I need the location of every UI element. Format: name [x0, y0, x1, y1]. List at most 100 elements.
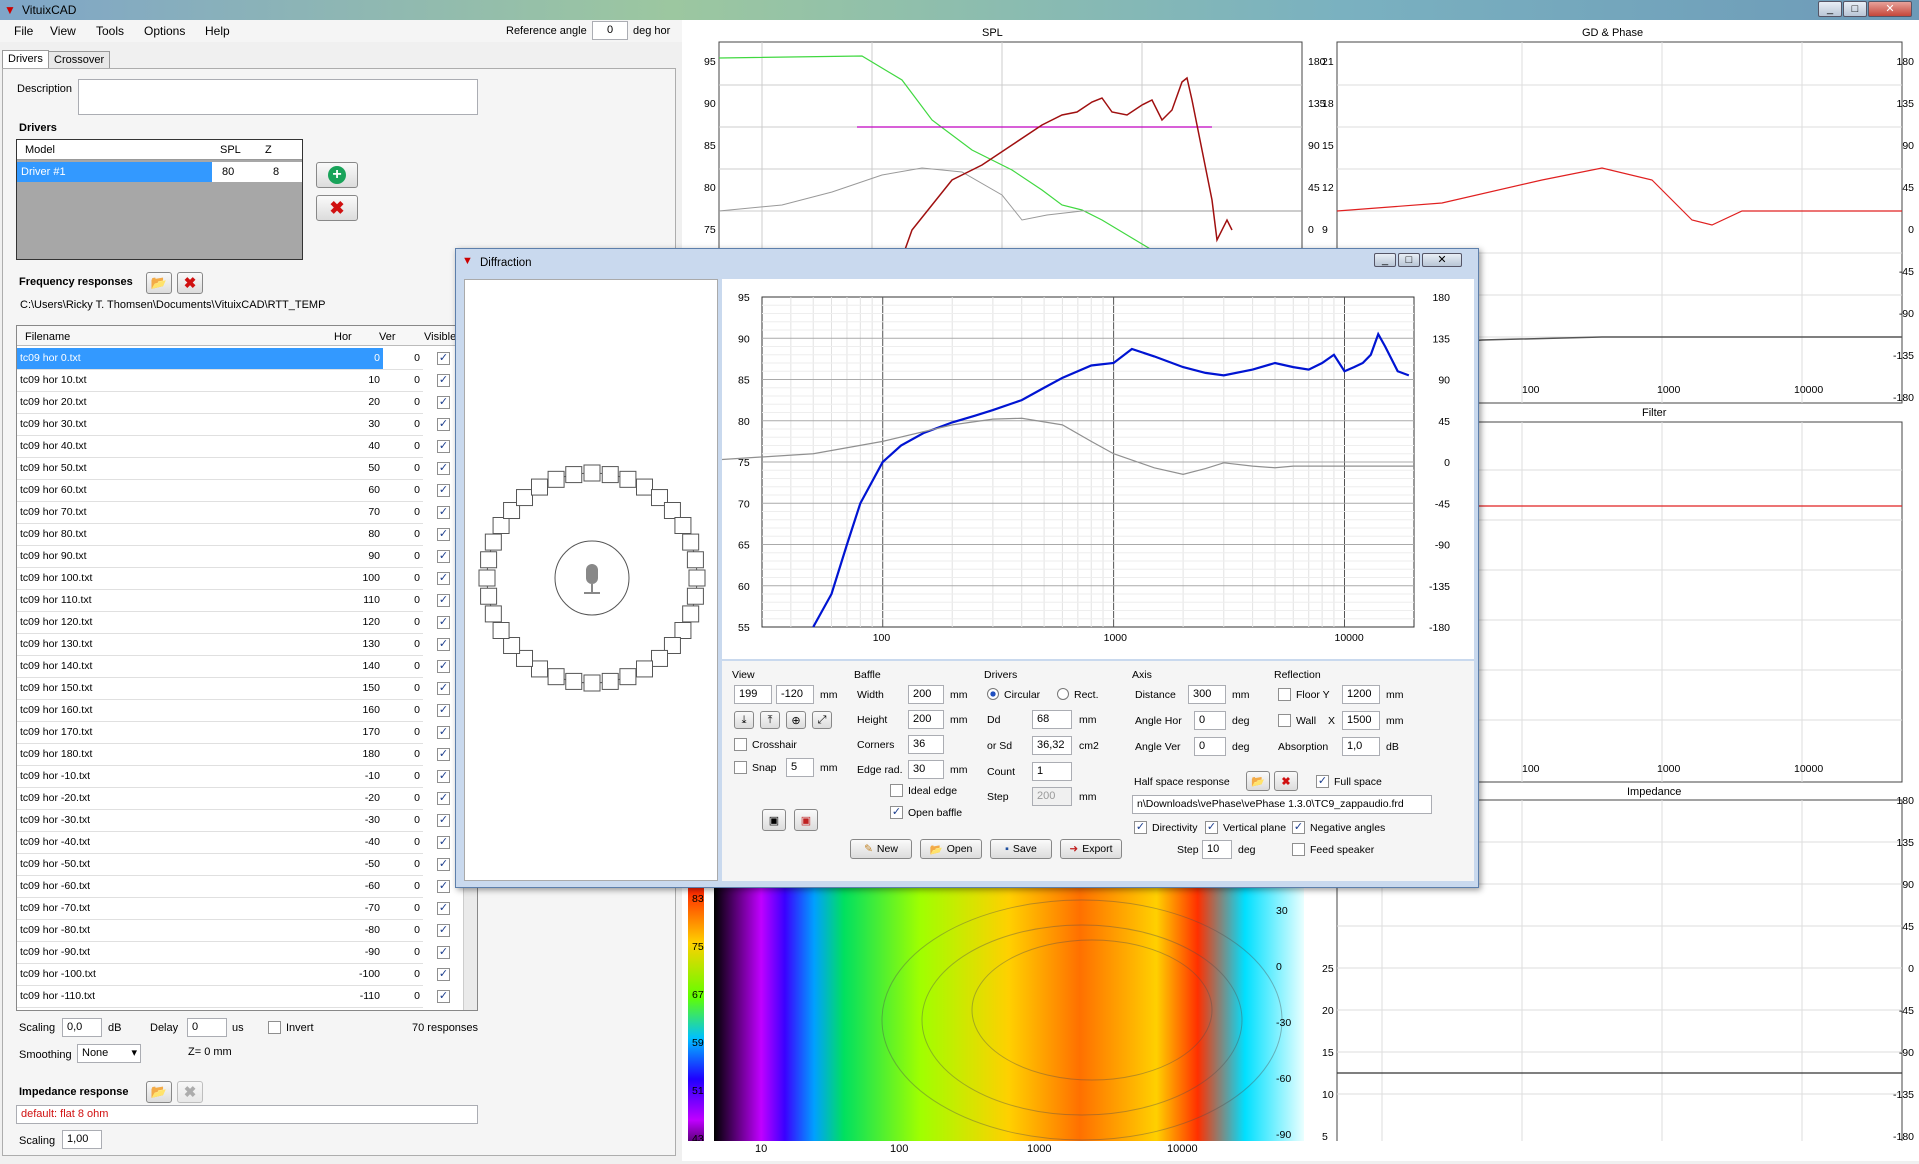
baffle-corner[interactable] — [492, 622, 510, 639]
filename-cell[interactable]: tc09 hor 20.txt — [17, 392, 333, 414]
clear-impedance-button[interactable]: ✖ — [177, 1081, 203, 1103]
dialog-maximize-button[interactable]: □ — [1398, 253, 1420, 267]
filename-cell[interactable]: tc09 hor 90.txt — [17, 546, 333, 568]
hor-cell[interactable]: -80 — [333, 920, 383, 942]
ver-cell[interactable]: 0 — [383, 392, 423, 414]
minimize-button[interactable]: _ — [1818, 1, 1842, 17]
new-button[interactable]: ✎ New — [850, 839, 912, 859]
ver-cell[interactable]: 0 — [383, 700, 423, 722]
visible-checkbox[interactable]: ✓ — [437, 858, 450, 871]
driver-z-cell[interactable]: 8 — [273, 166, 279, 178]
ver-cell[interactable]: 0 — [383, 942, 423, 964]
baffle-corner[interactable] — [565, 466, 583, 484]
freq-row[interactable]: tc09 hor 20.txt 20 0 ✓ — [17, 392, 463, 414]
hor-cell[interactable]: 70 — [333, 502, 383, 524]
visible-checkbox[interactable]: ✓ — [437, 770, 450, 783]
visible-checkbox[interactable]: ✓ — [437, 572, 450, 585]
full-space-checkbox[interactable]: ✓ — [1316, 775, 1329, 788]
baffle-corner[interactable] — [480, 551, 498, 569]
hor-cell[interactable]: 90 — [333, 546, 383, 568]
step-input[interactable]: 200 — [1032, 787, 1072, 806]
baffle-corner[interactable] — [682, 605, 700, 623]
filename-cell[interactable]: tc09 hor 110.txt — [17, 590, 333, 612]
feed-speaker-checkbox[interactable] — [1292, 843, 1305, 856]
corners-input[interactable]: 36 — [908, 735, 944, 754]
save-button[interactable]: ▪ Save — [990, 839, 1052, 859]
freq-row[interactable]: tc09 hor -90.txt -90 0 ✓ — [17, 942, 463, 964]
hor-cell[interactable]: 20 — [333, 392, 383, 414]
ver-cell[interactable]: 0 — [383, 590, 423, 612]
maximize-button[interactable]: □ — [1843, 1, 1867, 17]
wall-checkbox[interactable] — [1278, 714, 1291, 727]
ver-cell[interactable]: 0 — [383, 810, 423, 832]
filename-cell[interactable]: tc09 hor -40.txt — [17, 832, 333, 854]
visible-checkbox[interactable]: ✓ — [437, 814, 450, 827]
hor-cell[interactable]: -50 — [333, 854, 383, 876]
filename-cell[interactable]: tc09 hor 60.txt — [17, 480, 333, 502]
visible-checkbox[interactable]: ✓ — [437, 990, 450, 1003]
freq-row[interactable]: tc09 hor 100.txt 100 0 ✓ — [17, 568, 463, 590]
delay-input[interactable]: 0 — [187, 1018, 227, 1037]
ver-cell[interactable]: 0 — [383, 524, 423, 546]
hor-cell[interactable]: 180 — [333, 744, 383, 766]
width-input[interactable]: 200 — [908, 685, 944, 704]
rect-radio[interactable] — [1057, 688, 1069, 700]
baffle-corner[interactable] — [619, 470, 637, 488]
hs-step-input[interactable]: 10 — [1202, 840, 1232, 859]
ver-cell[interactable]: 0 — [383, 986, 423, 1008]
baffle-view[interactable] — [464, 279, 718, 881]
freq-row[interactable]: tc09 hor 50.txt 50 0 ✓ — [17, 458, 463, 480]
visible-checkbox[interactable]: ✓ — [437, 902, 450, 915]
freq-row[interactable]: tc09 hor 30.txt 30 0 ✓ — [17, 414, 463, 436]
ver-cell[interactable]: 0 — [383, 634, 423, 656]
edge-radius-input[interactable]: 30 — [908, 760, 944, 779]
visible-checkbox[interactable]: ✓ — [437, 968, 450, 981]
wall-input[interactable]: 1500 — [1342, 711, 1380, 730]
visible-checkbox[interactable]: ✓ — [437, 506, 450, 519]
filename-cell[interactable]: tc09 hor -10.txt — [17, 766, 333, 788]
baffle-corner[interactable] — [688, 569, 706, 587]
filename-cell[interactable]: tc09 hor -60.txt — [17, 876, 333, 898]
freq-row[interactable]: tc09 hor 150.txt 150 0 ✓ — [17, 678, 463, 700]
filename-cell[interactable]: tc09 hor -100.txt — [17, 964, 333, 986]
menu-tools[interactable]: Tools — [96, 24, 124, 38]
angle-hor-input[interactable]: 0 — [1194, 711, 1226, 730]
scaling-input[interactable]: 0,0 — [62, 1018, 102, 1037]
menu-options[interactable]: Options — [144, 24, 185, 38]
filename-cell[interactable]: tc09 hor 80.txt — [17, 524, 333, 546]
baffle-corner[interactable] — [650, 649, 668, 667]
hor-cell[interactable]: -100 — [333, 964, 383, 986]
ver-cell[interactable]: 0 — [383, 546, 423, 568]
freq-row[interactable]: tc09 hor 60.txt 60 0 ✓ — [17, 480, 463, 502]
hor-cell[interactable]: 140 — [333, 656, 383, 678]
hor-cell[interactable]: 100 — [333, 568, 383, 590]
reference-angle-input[interactable]: 0 — [592, 21, 628, 40]
hor-cell[interactable]: -90 — [333, 942, 383, 964]
visible-checkbox[interactable]: ✓ — [437, 550, 450, 563]
freq-row[interactable]: tc09 hor 80.txt 80 0 ✓ — [17, 524, 463, 546]
visible-checkbox[interactable]: ✓ — [437, 682, 450, 695]
visible-checkbox[interactable]: ✓ — [437, 704, 450, 717]
hor-cell[interactable]: 130 — [333, 634, 383, 656]
baffle-corner[interactable] — [484, 533, 502, 551]
driver-model-cell[interactable]: Driver #1 — [17, 162, 212, 182]
filename-cell[interactable]: tc09 hor -20.txt — [17, 788, 333, 810]
vertical-plane-checkbox[interactable]: ✓ — [1205, 821, 1218, 834]
visible-checkbox[interactable]: ✓ — [437, 484, 450, 497]
open-impedance-button[interactable]: 📂 — [146, 1081, 172, 1103]
hor-cell[interactable]: 120 — [333, 612, 383, 634]
baffle-corner[interactable] — [682, 533, 700, 551]
ver-cell[interactable]: 0 — [383, 876, 423, 898]
freq-row[interactable]: tc09 hor -40.txt -40 0 ✓ — [17, 832, 463, 854]
baffle-corner[interactable] — [674, 517, 692, 534]
filename-cell[interactable]: tc09 hor 100.txt — [17, 568, 333, 590]
ver-cell[interactable]: 0 — [383, 920, 423, 942]
baffle-corner[interactable] — [492, 517, 510, 534]
distance-input[interactable]: 300 — [1188, 685, 1226, 704]
baffle-corner[interactable] — [547, 470, 565, 488]
impedance-scaling-input[interactable]: 1,00 — [62, 1130, 102, 1149]
close-button[interactable]: ✕ — [1868, 1, 1912, 17]
baffle-corner[interactable] — [547, 668, 565, 686]
ver-cell[interactable]: 0 — [383, 854, 423, 876]
open-baffle-checkbox[interactable]: ✓ — [890, 806, 903, 819]
